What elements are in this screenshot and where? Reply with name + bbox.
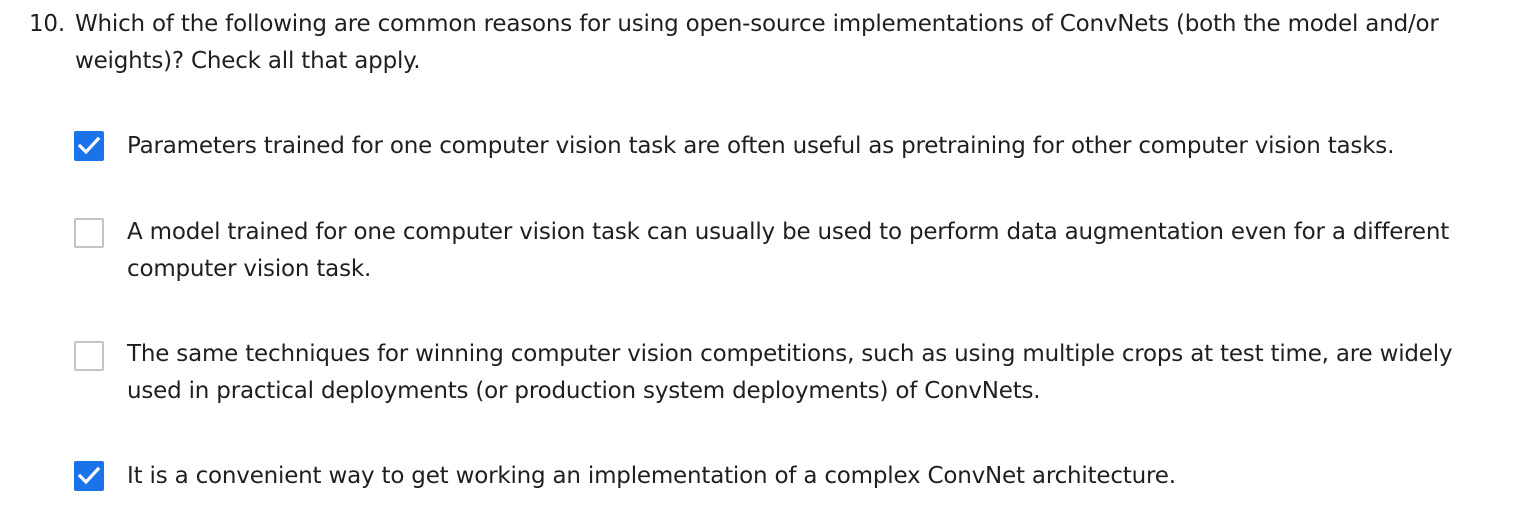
option-1[interactable]: Parameters trained for one computer visi… bbox=[73, 128, 1493, 168]
option-2[interactable]: A model trained for one computer vision … bbox=[73, 214, 1493, 290]
quiz-question: 10. Which of the following are common re… bbox=[0, 0, 1520, 512]
option-label: Parameters trained for one computer visi… bbox=[127, 133, 1395, 159]
option-label: A model trained for one computer vision … bbox=[127, 219, 1450, 282]
checkbox-unchecked[interactable] bbox=[74, 341, 104, 371]
checkmark-icon bbox=[78, 466, 100, 485]
checkbox-unchecked[interactable] bbox=[74, 218, 104, 248]
option-3[interactable]: The same techniques for winning computer… bbox=[73, 336, 1493, 412]
checkmark-icon bbox=[78, 136, 100, 155]
option-label: It is a convenient way to get working an… bbox=[127, 463, 1176, 489]
option-4[interactable]: It is a convenient way to get working an… bbox=[73, 458, 1493, 498]
question-prompt: Which of the following are common reason… bbox=[75, 11, 1439, 74]
question-number: 10. bbox=[29, 11, 65, 37]
option-label: The same techniques for winning computer… bbox=[127, 341, 1453, 404]
checkbox-checked[interactable] bbox=[74, 131, 104, 161]
checkbox-checked[interactable] bbox=[74, 461, 104, 491]
